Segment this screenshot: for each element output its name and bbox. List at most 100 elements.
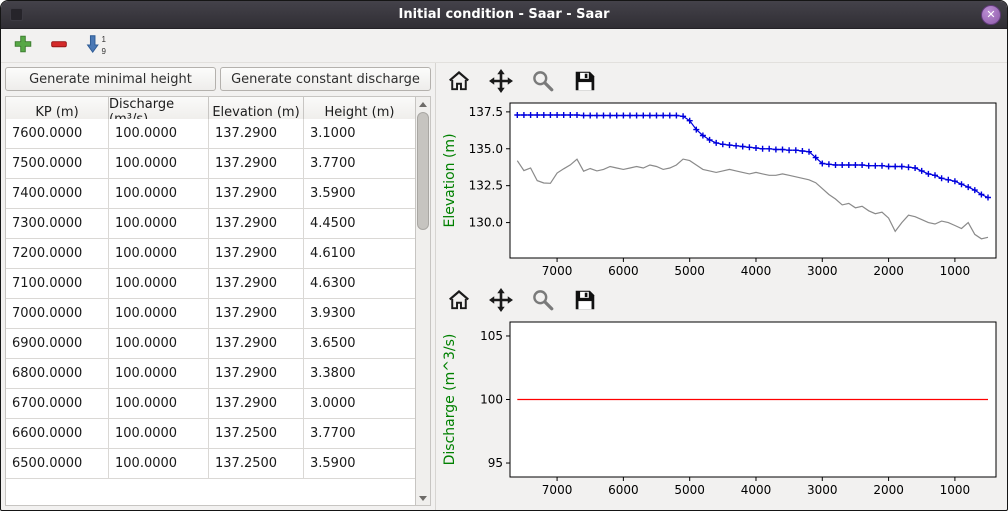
table-cell[interactable]: 4.6300 xyxy=(304,269,415,299)
add-row-button[interactable] xyxy=(9,32,37,60)
table-cell[interactable]: 7400.0000 xyxy=(6,179,109,209)
svg-text:105: 105 xyxy=(480,329,503,343)
table-cell[interactable]: 100.0000 xyxy=(109,179,209,209)
table-cell[interactable]: 3.7700 xyxy=(304,419,415,449)
arrow-down-icon xyxy=(419,496,427,501)
table-cell[interactable]: 100.0000 xyxy=(109,389,209,419)
home-button[interactable] xyxy=(446,69,472,95)
app-icon[interactable] xyxy=(10,8,23,21)
table-cell[interactable]: 100.0000 xyxy=(109,119,209,149)
pan-button[interactable] xyxy=(488,69,514,95)
data-table: KP (m)Discharge (m³/s)Elevation (m)Heigh… xyxy=(5,96,431,506)
table-cell[interactable]: 100.0000 xyxy=(109,359,209,389)
table-cell[interactable]: 3.5900 xyxy=(304,179,415,209)
table-cell[interactable]: 100.0000 xyxy=(109,239,209,269)
table-row[interactable]: 7100.0000100.0000137.29004.6300 xyxy=(6,269,415,299)
table-cell[interactable]: 137.2900 xyxy=(209,149,304,179)
table-cell[interactable]: 3.7700 xyxy=(304,149,415,179)
zoom-button[interactable] xyxy=(530,288,556,314)
elevation-chart[interactable]: 7000600050004000300020001000130.0132.513… xyxy=(440,97,1004,282)
table-cell[interactable]: 100.0000 xyxy=(109,299,209,329)
generate-minimal-height-button[interactable]: Generate minimal height xyxy=(5,67,216,91)
table-row[interactable]: 6700.0000100.0000137.29003.0000 xyxy=(6,389,415,419)
svg-text:132.5: 132.5 xyxy=(469,179,503,193)
table-cell[interactable]: 3.1000 xyxy=(304,119,415,149)
table-row[interactable]: 7500.0000100.0000137.29003.7700 xyxy=(6,149,415,179)
table-row[interactable]: 6600.0000100.0000137.25003.7700 xyxy=(6,419,415,449)
table-cell[interactable]: 137.2500 xyxy=(209,419,304,449)
table-cell[interactable]: 137.2900 xyxy=(209,119,304,149)
table-cell[interactable]: 137.2900 xyxy=(209,299,304,329)
home-button[interactable] xyxy=(446,288,472,314)
table-cell[interactable]: 100.0000 xyxy=(109,149,209,179)
discharge-chart[interactable]: 700060005000400030002000100095100105Disc… xyxy=(440,316,1004,501)
svg-text:Discharge (m^3/s): Discharge (m^3/s) xyxy=(442,334,458,466)
save-button[interactable] xyxy=(572,69,598,95)
scroll-down-button[interactable] xyxy=(416,491,430,505)
table-cell[interactable]: 7100.0000 xyxy=(6,269,109,299)
table-cell[interactable]: 3.6500 xyxy=(304,329,415,359)
table-row[interactable]: 7400.0000100.0000137.29003.5900 xyxy=(6,179,415,209)
table-cell[interactable]: 100.0000 xyxy=(109,449,209,479)
move-arrows-icon xyxy=(489,69,513,96)
table-cell[interactable]: 137.2900 xyxy=(209,209,304,239)
table-cell[interactable]: 7600.0000 xyxy=(6,119,109,149)
main-toolbar: 1 9 xyxy=(1,29,1007,63)
table-cell[interactable]: 7500.0000 xyxy=(6,149,109,179)
elevation-chart-toolbar xyxy=(440,67,1005,97)
table-cell[interactable]: 6700.0000 xyxy=(6,389,109,419)
table-row[interactable]: 7300.0000100.0000137.29004.4500 xyxy=(6,209,415,239)
remove-icon xyxy=(48,33,70,58)
table-cell[interactable]: 100.0000 xyxy=(109,329,209,359)
table-row[interactable]: 7600.0000100.0000137.29003.1000 xyxy=(6,119,415,149)
scrollbar-thumb[interactable] xyxy=(417,112,429,230)
table-row[interactable]: 7000.0000100.0000137.29003.9300 xyxy=(6,299,415,329)
zoom-button[interactable] xyxy=(530,69,556,95)
sort-button[interactable]: 1 9 xyxy=(81,32,109,60)
table-cell[interactable]: 137.2900 xyxy=(209,329,304,359)
table-cell[interactable]: 137.2900 xyxy=(209,269,304,299)
table-cell[interactable]: 3.5900 xyxy=(304,449,415,479)
table-cell[interactable]: 100.0000 xyxy=(109,209,209,239)
home-icon xyxy=(447,69,471,96)
svg-text:Elevation (m): Elevation (m) xyxy=(442,133,458,227)
table-cell[interactable]: 137.2900 xyxy=(209,389,304,419)
close-button[interactable]: ✕ xyxy=(981,5,1001,25)
table-cell[interactable]: 7000.0000 xyxy=(6,299,109,329)
table-cell[interactable]: 7300.0000 xyxy=(6,209,109,239)
table-cell[interactable]: 100.0000 xyxy=(109,269,209,299)
scroll-up-button[interactable] xyxy=(416,97,430,111)
close-icon: ✕ xyxy=(986,8,995,21)
window-title: Initial condition - Saar - Saar xyxy=(1,7,1007,22)
table-cell[interactable]: 137.2900 xyxy=(209,239,304,269)
table-cell[interactable]: 6900.0000 xyxy=(6,329,109,359)
remove-row-button[interactable] xyxy=(45,32,73,60)
table-cell[interactable]: 3.0000 xyxy=(304,389,415,419)
floppy-save-icon xyxy=(573,69,597,96)
table-cell[interactable]: 4.4500 xyxy=(304,209,415,239)
table-row[interactable]: 6900.0000100.0000137.29003.6500 xyxy=(6,329,415,359)
table-cell[interactable]: 6500.0000 xyxy=(6,449,109,479)
titlebar[interactable]: Initial condition - Saar - Saar ✕ xyxy=(1,1,1007,29)
table-cell[interactable]: 137.2900 xyxy=(209,179,304,209)
svg-text:4000: 4000 xyxy=(741,264,772,278)
table-cell[interactable]: 4.6100 xyxy=(304,239,415,269)
table-cell[interactable]: 137.2900 xyxy=(209,359,304,389)
vertical-scrollbar[interactable] xyxy=(415,97,430,505)
table-cell[interactable]: 3.3800 xyxy=(304,359,415,389)
table-cell[interactable]: 7200.0000 xyxy=(6,239,109,269)
table-cell[interactable]: 137.2500 xyxy=(209,449,304,479)
table-cell[interactable]: 100.0000 xyxy=(109,419,209,449)
generate-constant-discharge-button[interactable]: Generate constant discharge xyxy=(220,67,431,91)
table-cell[interactable]: 6600.0000 xyxy=(6,419,109,449)
table-row[interactable]: 6500.0000100.0000137.25003.5900 xyxy=(6,449,415,479)
generator-buttons: Generate minimal height Generate constan… xyxy=(5,67,431,91)
table-cell[interactable]: 3.9300 xyxy=(304,299,415,329)
table-row[interactable]: 7200.0000100.0000137.29004.6100 xyxy=(6,239,415,269)
save-button[interactable] xyxy=(572,288,598,314)
table-row[interactable]: 6800.0000100.0000137.29003.3800 xyxy=(6,359,415,389)
svg-text:7000: 7000 xyxy=(542,483,573,497)
pan-button[interactable] xyxy=(488,288,514,314)
scrollbar-track[interactable] xyxy=(416,111,430,491)
table-cell[interactable]: 6800.0000 xyxy=(6,359,109,389)
